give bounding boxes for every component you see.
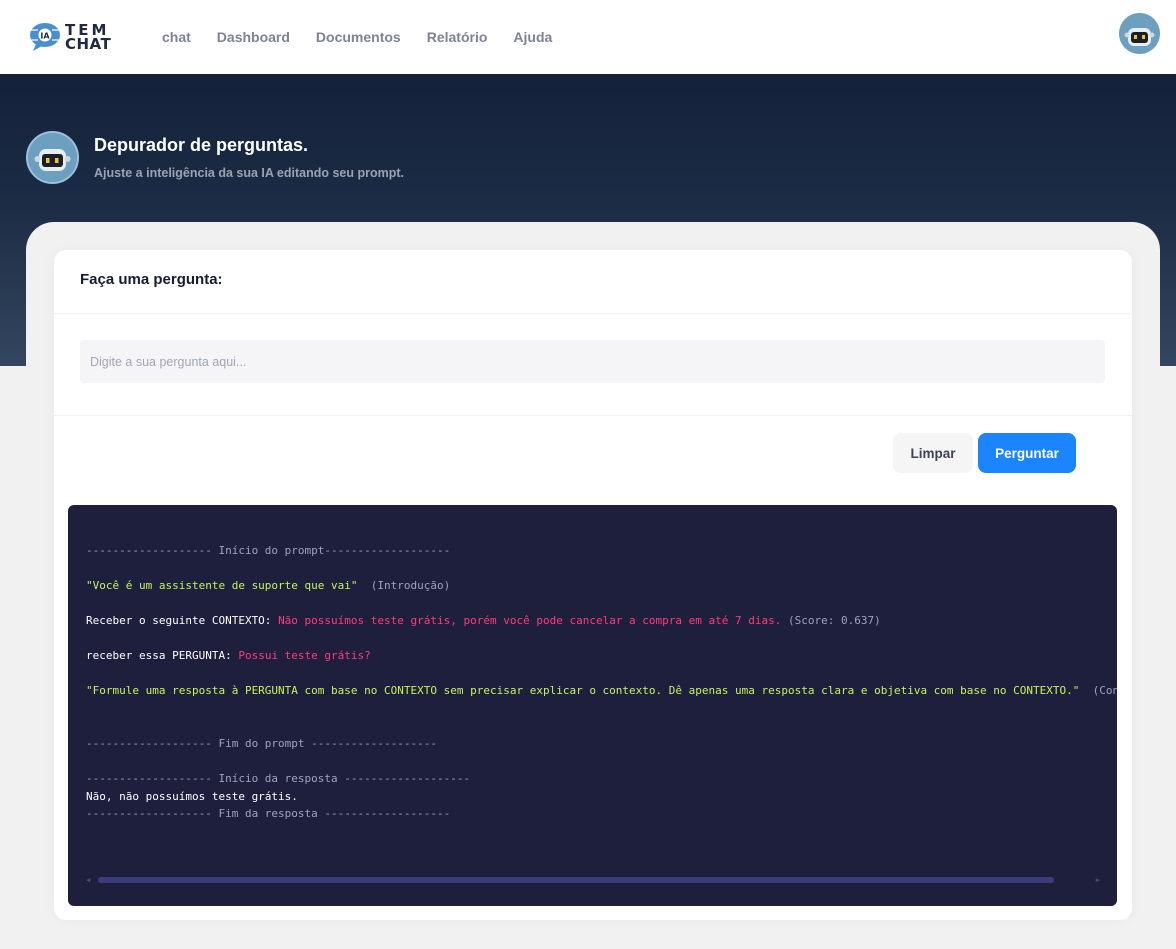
page-subtitle: Ajuste a inteligência da sua IA editando…: [94, 166, 405, 180]
logo[interactable]: IA TEM CHAT: [28, 17, 138, 57]
context-text: Não possuímos teste grátis, porém você p…: [278, 614, 782, 627]
scroll-right-icon[interactable]: ▶: [1096, 876, 1100, 884]
conclusion-text: "Formule uma resposta à PERGUNTA com bas…: [86, 684, 1080, 697]
prompt-end-line: ------------------- Fim do prompt ------…: [86, 737, 437, 750]
nav-item-chat[interactable]: chat: [162, 29, 191, 45]
page-title: Depurador de perguntas.: [94, 135, 309, 155]
conclusion-tag: (Concl: [1092, 684, 1117, 697]
user-avatar[interactable]: [1119, 13, 1160, 54]
divider: [54, 415, 1132, 416]
logo-wordmark: TEM CHAT: [65, 23, 112, 53]
question-label: receber essa PERGUNTA:: [86, 649, 239, 662]
scrollbar-thumb[interactable]: [98, 877, 1054, 883]
robot-avatar-icon: [1119, 13, 1160, 54]
ask-button[interactable]: Perguntar: [978, 433, 1076, 473]
horizontal-scrollbar[interactable]: ◀ ▶: [86, 875, 1100, 885]
clear-button[interactable]: Limpar: [893, 433, 973, 473]
intro-line: "Você é um assistente de suporte que vai…: [86, 579, 450, 592]
conclusion-line: "Formule uma resposta à PERGUNTA com bas…: [86, 684, 1117, 697]
context-label: Receber o seguinte CONTEXTO:: [86, 614, 279, 627]
prompt-debug-console: ------------------- Início do prompt----…: [68, 505, 1117, 906]
chat-bubble-logo-icon: IA: [30, 23, 60, 51]
card-title: Faça uma pergunta:: [80, 271, 223, 288]
question-card: Faça uma pergunta: Limpar Perguntar ----…: [54, 250, 1132, 920]
intro-text: "Você é um assistente de suporte que vai…: [86, 579, 358, 592]
divider: [54, 313, 1132, 314]
intro-tag: (Introdução): [357, 579, 451, 592]
nav-item-ajuda[interactable]: Ajuda: [513, 29, 552, 45]
nav-item-dashboard[interactable]: Dashboard: [217, 29, 290, 45]
question-input[interactable]: [80, 340, 1105, 383]
response-end-line: ------------------- Fim da resposta ----…: [86, 807, 451, 820]
logo-badge: IA: [40, 32, 50, 41]
context-line: Receber o seguinte CONTEXTO: Não possuím…: [86, 614, 881, 627]
prompt-start-line: ------------------- Início do prompt----…: [86, 544, 451, 557]
question-line: receber essa PERGUNTA: Possui teste grát…: [86, 649, 371, 662]
robot-avatar-icon: [28, 133, 77, 182]
hero-avatar: [26, 131, 79, 184]
main-nav: chat Dashboard Documentos Relatório Ajud…: [162, 29, 578, 45]
top-navbar: IA TEM CHAT chat Dashboard Documentos Re…: [0, 0, 1176, 74]
question-text: Possui teste grátis?: [238, 649, 371, 662]
response-text: Não, não possuímos teste grátis.: [86, 790, 298, 803]
nav-item-documentos[interactable]: Documentos: [316, 29, 401, 45]
logo-line-2: CHAT: [65, 35, 112, 53]
context-score: (Score: 0.637): [781, 614, 881, 627]
scroll-left-icon[interactable]: ◀: [86, 876, 90, 884]
response-start-line: ------------------- Início da resposta -…: [86, 772, 471, 785]
nav-item-relatorio[interactable]: Relatório: [427, 29, 488, 45]
